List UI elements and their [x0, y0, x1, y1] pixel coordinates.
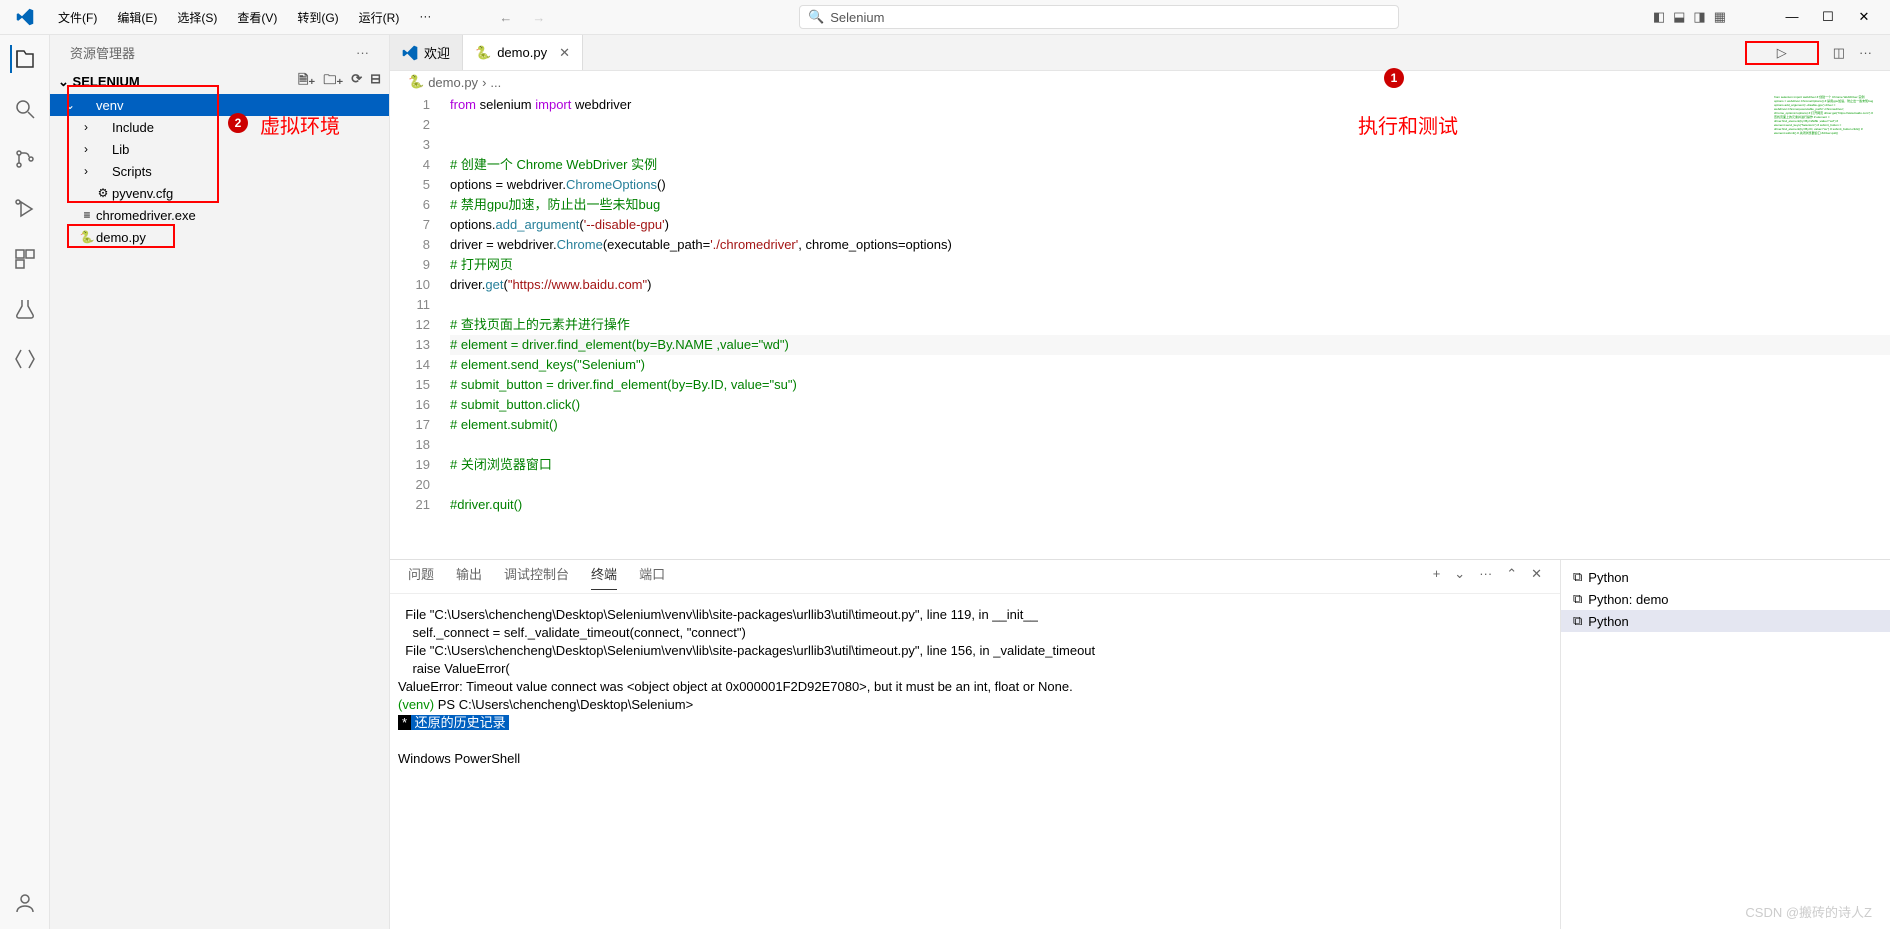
- new-folder-icon[interactable]: 🗀₊: [323, 71, 343, 93]
- editor-tab[interactable]: 欢迎: [390, 35, 463, 70]
- terminal[interactable]: File "C:\Users\chencheng\Desktop\Seleniu…: [390, 594, 1560, 929]
- extensions-icon[interactable]: [11, 245, 39, 273]
- breadcrumb-item: demo.py: [428, 75, 478, 90]
- menu-item[interactable]: 查看(V): [229, 5, 285, 30]
- account-icon[interactable]: [11, 889, 39, 917]
- nav-back-icon[interactable]: ←: [499, 10, 512, 25]
- menu-bar: 文件(F)编辑(E)选择(S)查看(V)转到(G)运行(R)···: [50, 5, 439, 30]
- layout-bottom-icon[interactable]: ⬓: [1673, 9, 1685, 25]
- source-control-icon[interactable]: [11, 145, 39, 173]
- terminal-icon: ⧉: [1573, 613, 1582, 629]
- vscode-logo-icon: [0, 8, 50, 26]
- layout-grid-icon[interactable]: ▦: [1714, 9, 1726, 25]
- editor-tab[interactable]: 🐍demo.py✕: [463, 35, 583, 70]
- nav-forward-icon[interactable]: →: [532, 10, 545, 25]
- panel-tab[interactable]: 问题: [408, 564, 434, 589]
- panel-tab[interactable]: 调试控制台: [504, 564, 569, 589]
- explorer-more-icon[interactable]: ···: [356, 45, 369, 60]
- terminal-prompt: PS C:\Users\chencheng\Desktop\Selenium>: [438, 697, 693, 712]
- breadcrumb-item: ...: [490, 75, 501, 90]
- layout-left-icon[interactable]: ◧: [1653, 9, 1665, 25]
- terminal-item[interactable]: ⧉Python: demo: [1561, 588, 1890, 610]
- collapse-icon[interactable]: ⊟: [370, 71, 381, 93]
- menu-item[interactable]: 文件(F): [50, 5, 105, 30]
- minimap[interactable]: from selenium import webdriver # 创建一个 Ch…: [1774, 95, 1874, 215]
- panel-tab[interactable]: 端口: [639, 564, 665, 589]
- annotation-text-1: 执行和测试: [1358, 110, 1458, 139]
- debug-icon[interactable]: [11, 195, 39, 223]
- hist-text: 还原的历史记录: [411, 715, 509, 730]
- breadcrumb[interactable]: 🐍demo.py›...: [390, 71, 1890, 93]
- watermark: CSDN @搬砖的诗人Z: [1745, 902, 1872, 921]
- terminal-icon: ⧉: [1573, 569, 1582, 585]
- custom-icon[interactable]: [11, 345, 39, 373]
- layout-right-icon[interactable]: ◨: [1693, 9, 1705, 25]
- tree-item[interactable]: ≡chromedriver.exe: [50, 204, 389, 226]
- annotation-box: [67, 224, 175, 248]
- terminal-list: ⧉Python⧉Python: demo⧉Python: [1560, 560, 1890, 929]
- tab-close-icon[interactable]: ✕: [559, 45, 570, 61]
- editor-tabs: 欢迎🐍demo.py✕ ▷ ◫ ···: [390, 35, 1890, 71]
- split-icon[interactable]: ◫: [1833, 45, 1845, 61]
- new-file-icon[interactable]: 🗎₊: [298, 71, 315, 93]
- terminal-output: File "C:\Users\chencheng\Desktop\Seleniu…: [398, 607, 1095, 694]
- activity-bar: [0, 35, 50, 929]
- annotation-text-2: 虚拟环境: [260, 110, 340, 139]
- terminal-dropdown-icon[interactable]: ⌄: [1454, 566, 1465, 588]
- annotation-badge-2: 2: [228, 113, 248, 133]
- annotation-badge-1: 1: [1384, 68, 1404, 88]
- code-editor[interactable]: 123456789101112131415161718192021 from s…: [390, 93, 1890, 559]
- menu-item[interactable]: 选择(S): [169, 5, 225, 30]
- explorer-icon[interactable]: [10, 45, 38, 73]
- panel-tab[interactable]: 输出: [456, 564, 482, 589]
- terminal-item[interactable]: ⧉Python: [1561, 566, 1890, 588]
- window-controls: — ☐ ✕: [1766, 9, 1890, 25]
- refresh-icon[interactable]: ⟳: [351, 71, 362, 93]
- panel-up-icon[interactable]: ⌃: [1506, 566, 1517, 588]
- panel-tabs: 问题输出调试控制台终端端口 + ⌄ ··· ⌃ ✕: [390, 560, 1560, 594]
- search-icon: 🔍: [808, 9, 824, 25]
- menu-item[interactable]: 转到(G): [289, 5, 346, 30]
- file-tree: ⌄venv›Include›Lib›Scripts⚙pyvenv.cfg≡chr…: [50, 94, 389, 929]
- terminal-venv: (venv): [398, 697, 438, 712]
- layout-controls: ◧ ⬓ ◨ ▦: [1653, 9, 1726, 25]
- search-icon[interactable]: [11, 95, 39, 123]
- panel-more-icon[interactable]: ···: [1479, 566, 1492, 588]
- menu-item[interactable]: 运行(R): [351, 5, 408, 30]
- panel-close-icon[interactable]: ✕: [1531, 566, 1542, 588]
- maximize-icon[interactable]: ☐: [1814, 9, 1842, 25]
- terminal-item[interactable]: ⧉Python: [1561, 610, 1890, 632]
- panel-tab[interactable]: 终端: [591, 564, 617, 590]
- add-terminal-icon[interactable]: +: [1433, 566, 1441, 588]
- more-icon[interactable]: ···: [1859, 45, 1872, 60]
- minimize-icon[interactable]: —: [1778, 9, 1806, 25]
- testing-icon[interactable]: [11, 295, 39, 323]
- terminal-ps: Windows PowerShell: [398, 751, 520, 766]
- title-bar: 文件(F)编辑(E)选择(S)查看(V)转到(G)运行(R)··· ← → 🔍 S…: [0, 0, 1890, 35]
- menu-item[interactable]: ···: [411, 5, 439, 30]
- terminal-icon: ⧉: [1573, 591, 1582, 607]
- nav-arrows: ← →: [499, 10, 545, 25]
- hist-star: *: [398, 715, 411, 730]
- editor-area: 欢迎🐍demo.py✕ ▷ ◫ ··· 🐍demo.py›... 1234567891…: [390, 35, 1890, 929]
- command-center[interactable]: 🔍 Selenium: [799, 5, 1399, 29]
- bottom-panel: 问题输出调试控制台终端端口 + ⌄ ··· ⌃ ✕ File "C:\Users\chen…: [390, 559, 1890, 929]
- menu-item[interactable]: 编辑(E): [109, 5, 165, 30]
- line-gutter: 123456789101112131415161718192021: [390, 93, 450, 559]
- explorer-title: 资源管理器: [70, 43, 135, 62]
- run-button[interactable]: ▷: [1745, 41, 1819, 65]
- close-icon[interactable]: ✕: [1850, 9, 1878, 25]
- code-content[interactable]: from selenium import webdriver # 创建一个 Ch…: [450, 93, 1890, 559]
- annotation-box: [67, 85, 219, 203]
- search-text: Selenium: [830, 10, 884, 25]
